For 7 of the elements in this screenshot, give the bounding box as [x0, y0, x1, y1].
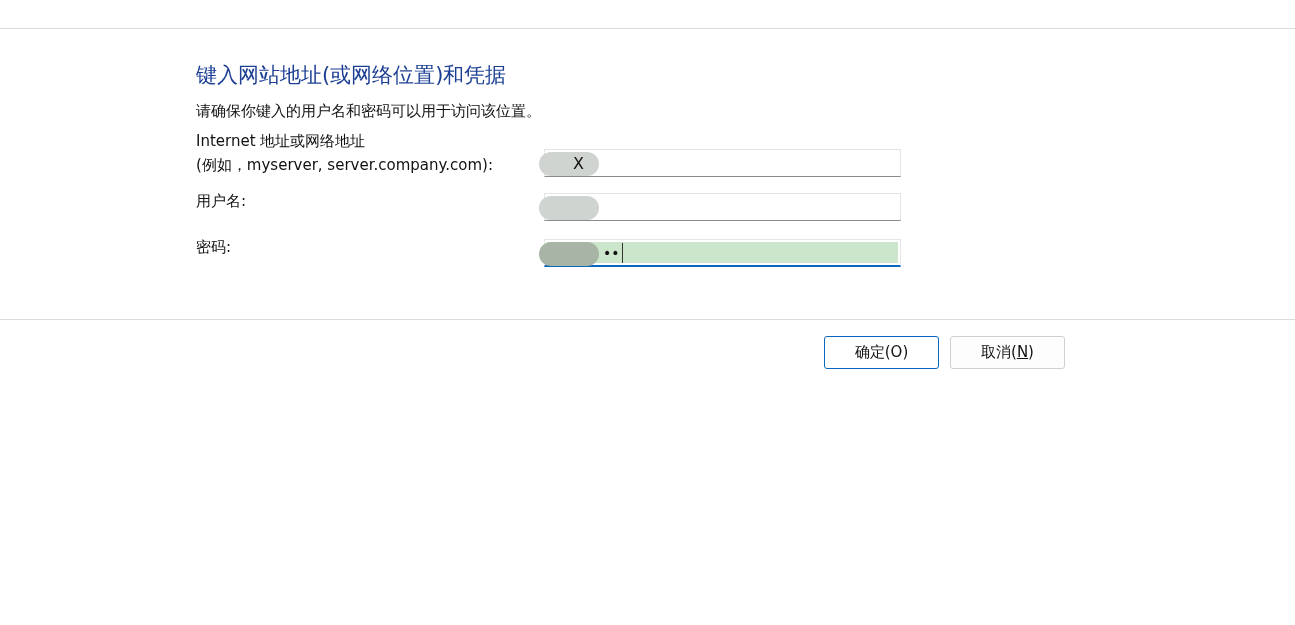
field-label: Internet 地址或网络地址 (例如，myserver, server.company.com):	[196, 131, 494, 176]
ok-button[interactable]: 确定(O)	[824, 336, 939, 369]
instruction-text: 请确保你键入的用户名和密码可以用于访问该位置。	[196, 101, 542, 121]
cancel-button[interactable]: 取消(N)	[950, 336, 1065, 369]
dialog-title: 键入网站地址(或网络位置)和凭据	[196, 62, 508, 89]
field-label: 用户名:	[196, 191, 248, 212]
field-label: 密码:	[196, 237, 233, 258]
